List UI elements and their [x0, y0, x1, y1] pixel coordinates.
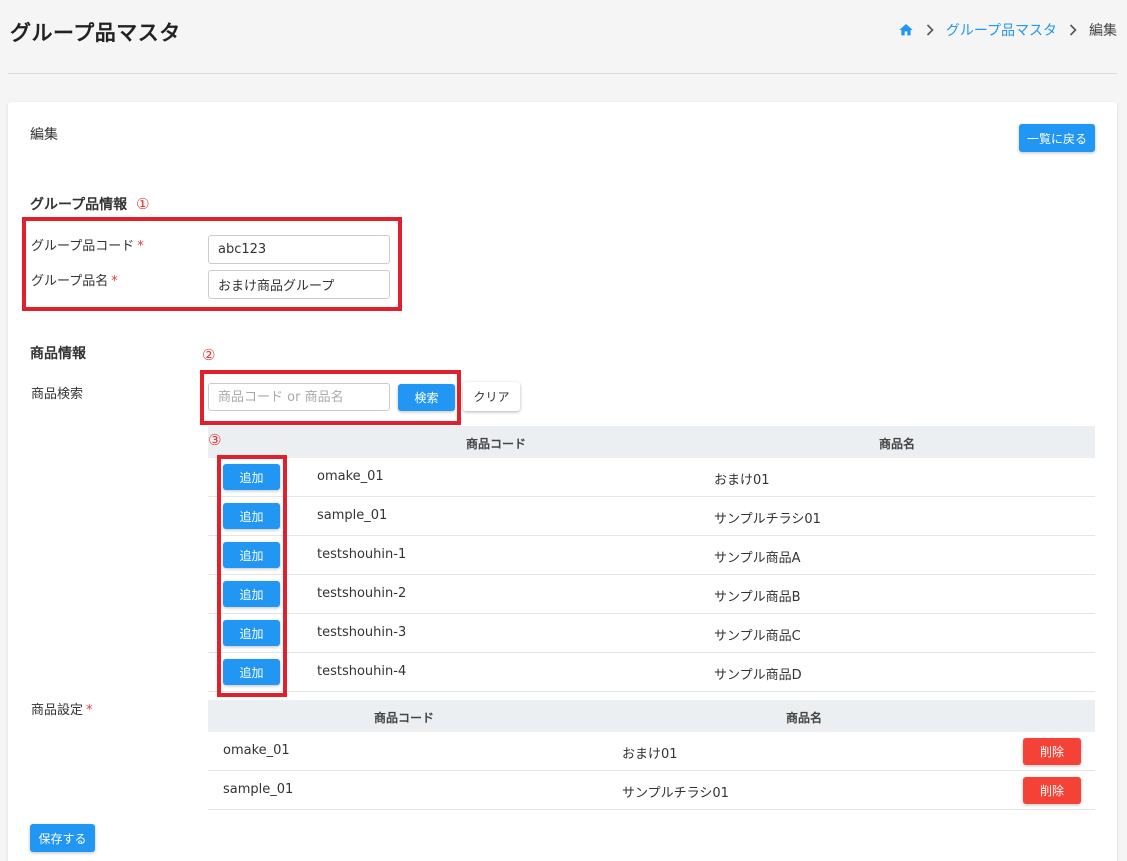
group-name-input[interactable]	[208, 270, 390, 299]
group-name-label: グループ品名 *	[31, 270, 118, 289]
breadcrumb: グループ品マスタ 編集	[898, 20, 1117, 40]
product-code-cell: omake_01	[223, 743, 290, 758]
product-code-cell: sample_01	[223, 782, 294, 797]
search-results-header: 商品コード 商品名	[208, 426, 1095, 458]
table-row: omake_01 おまけ01 削除	[208, 732, 1095, 771]
group-code-input[interactable]	[208, 235, 390, 264]
highlight-box-add-buttons	[217, 455, 287, 697]
column-header-code: 商品コード	[466, 437, 527, 451]
product-info-heading: 商品情報	[30, 346, 86, 362]
product-name-cell: サンプルチラシ01	[622, 786, 729, 801]
group-info-heading-text: グループ品情報	[30, 197, 128, 213]
search-results-body: 追加 omake_01 おまけ01 追加 sample_01 サンプルチラシ01 追加 tes…	[208, 458, 1095, 692]
product-name-cell: サンプル商品A	[714, 551, 801, 566]
header-divider	[8, 73, 1117, 74]
clear-button[interactable]: クリア	[463, 382, 520, 411]
product-code-cell: testshouhin-1	[317, 547, 407, 562]
group-code-label: グループ品コード *	[31, 235, 144, 254]
product-name-cell: おまけ01	[714, 473, 770, 488]
product-search-label: 商品検索	[31, 387, 84, 402]
breadcrumb-link-group-master[interactable]: グループ品マスタ	[946, 20, 1057, 40]
card-title: 編集	[30, 127, 58, 143]
group-name-label-text: グループ品名	[31, 274, 109, 289]
delete-button[interactable]: 削除	[1023, 738, 1081, 765]
product-settings-label: 商品設定 *	[31, 699, 93, 718]
search-button[interactable]: 検索	[398, 384, 455, 411]
product-name-cell: サンプル商品B	[714, 590, 801, 605]
chevron-right-icon	[926, 24, 934, 36]
breadcrumb-current: 編集	[1089, 23, 1117, 39]
save-button[interactable]: 保存する	[30, 824, 95, 852]
product-name-cell: サンプル商品C	[714, 629, 801, 644]
group-code-label-text: グループ品コード	[31, 239, 135, 254]
chevron-right-icon	[1069, 24, 1077, 36]
back-to-list-button[interactable]: 一覧に戻る	[1019, 124, 1095, 152]
table-row: 追加 omake_01 おまけ01	[208, 458, 1095, 497]
product-code-cell: omake_01	[317, 469, 384, 484]
product-search-input[interactable]	[208, 383, 390, 411]
edit-card: 編集 一覧に戻る グループ品情報 ① グループ品コード* グループ品名* 商品情…	[8, 102, 1117, 861]
table-row: 追加 testshouhin-4 サンプル商品D	[208, 653, 1095, 692]
table-row: sample_01 サンプルチラシ01 削除	[208, 771, 1095, 810]
table-row: 追加 testshouhin-2 サンプル商品B	[208, 575, 1095, 614]
product-name-cell: サンプル商品D	[714, 668, 802, 683]
product-code-cell: testshouhin-4	[317, 664, 407, 679]
product-settings-table: 商品コード 商品名 omake_01 おまけ01 削除 sample_01 サンプルチラ…	[208, 700, 1095, 810]
delete-button[interactable]: 削除	[1023, 777, 1081, 804]
product-code-cell: sample_01	[317, 508, 388, 523]
column-header-code: 商品コード	[374, 711, 435, 725]
marker-1: ①	[136, 195, 150, 213]
table-row: 追加 sample_01 サンプルチラシ01	[208, 497, 1095, 536]
marker-2: ②	[202, 346, 216, 364]
required-mark: *	[111, 274, 118, 289]
product-settings-header: 商品コード 商品名	[208, 700, 1095, 732]
search-results-table: 商品コード 商品名 追加 omake_01 おまけ01 追加 sample_01 サンプル…	[208, 426, 1095, 692]
page-title: グループ品マスタ	[10, 21, 181, 45]
table-row: 追加 testshouhin-3 サンプル商品C	[208, 614, 1095, 653]
home-icon[interactable]	[898, 22, 914, 38]
marker-3: ③	[208, 431, 222, 449]
product-settings-body: omake_01 おまけ01 削除 sample_01 サンプルチラシ01 削除	[208, 732, 1095, 810]
required-mark: *	[86, 703, 93, 718]
required-mark: *	[137, 239, 144, 254]
table-row: 追加 testshouhin-1 サンプル商品A	[208, 536, 1095, 575]
column-header-name: 商品名	[879, 437, 916, 451]
product-code-cell: testshouhin-3	[317, 625, 407, 640]
product-code-cell: testshouhin-2	[317, 586, 407, 601]
product-settings-label-text: 商品設定	[31, 703, 84, 718]
group-info-heading: グループ品情報 ①	[30, 194, 150, 214]
column-header-name: 商品名	[786, 711, 823, 725]
product-name-cell: おまけ01	[622, 747, 678, 762]
product-name-cell: サンプルチラシ01	[714, 512, 821, 527]
